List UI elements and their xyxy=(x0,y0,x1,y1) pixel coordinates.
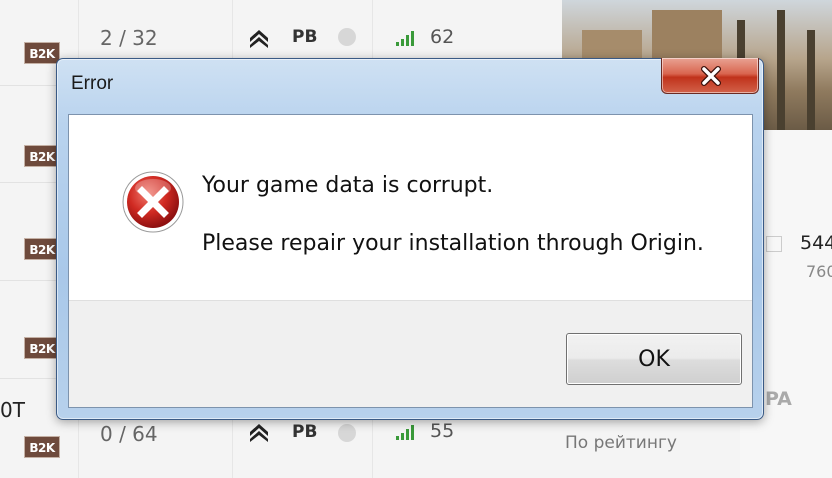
error-message-line-1: Your game data is corrupt. xyxy=(202,173,494,198)
stat-sub-value: 760 xyxy=(806,262,832,281)
server-tag-badge: B2K xyxy=(24,42,60,64)
punkbuster-label: PB xyxy=(292,422,318,442)
ping-value: 62 xyxy=(430,26,455,48)
server-tag-badge: B2K xyxy=(24,337,60,359)
punkbuster-label: PB xyxy=(292,27,318,47)
error-icon xyxy=(122,171,184,233)
ping-value: 55 xyxy=(430,420,455,442)
ping-bars-icon xyxy=(396,30,416,46)
player-count: 2 / 32 xyxy=(100,26,158,50)
skull-icon xyxy=(338,424,356,442)
close-icon xyxy=(701,66,721,86)
error-message-line-2: Please repair your installation through … xyxy=(202,231,704,256)
dialog-title: Error xyxy=(71,73,114,94)
truncated-text: 0T xyxy=(0,398,25,422)
server-tag-badge: B2K xyxy=(24,436,60,458)
server-tag-badge: B2K xyxy=(24,238,60,260)
rank-chevron-icon xyxy=(250,424,268,442)
ok-button[interactable]: OK xyxy=(566,333,742,385)
dialog-content: Your game data is corrupt. Please repair… xyxy=(68,114,753,408)
error-dialog: Error Your game data is corrupt. Please … xyxy=(56,58,764,420)
rank-chevron-icon xyxy=(250,30,268,48)
skull-icon xyxy=(338,28,356,46)
player-count: 0 / 64 xyxy=(100,422,158,446)
panel-heading: PA xyxy=(765,388,792,410)
stat-value: 544 xyxy=(800,232,832,254)
sort-by-rating-link[interactable]: По рейтингу xyxy=(565,433,677,453)
close-button[interactable] xyxy=(661,58,759,94)
server-tag-badge: B2K xyxy=(24,145,60,167)
checkbox-icon xyxy=(766,236,782,252)
ping-bars-icon xyxy=(396,424,416,440)
